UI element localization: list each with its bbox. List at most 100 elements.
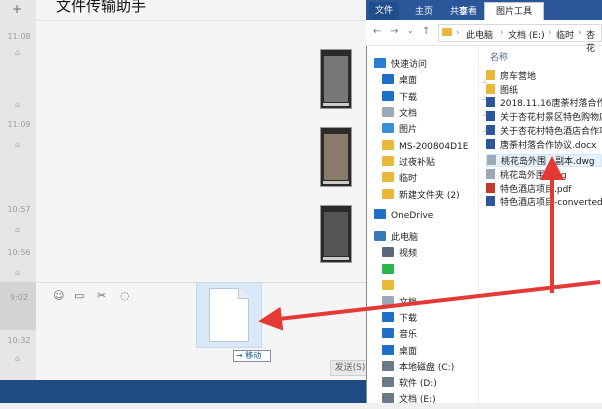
- file-list-item[interactable]: 关于杏花村景区特色购物店: [486, 111, 602, 124]
- forward-icon[interactable]: →: [390, 26, 398, 37]
- scissors-icon[interactable]: ✂: [97, 289, 106, 302]
- file-list-item[interactable]: 房车营地: [486, 70, 602, 83]
- file-name: 2018.11.16唐荼村落合作协议: [500, 99, 602, 109]
- breadcrumb-item[interactable]: 文档 (E:): [508, 28, 545, 41]
- nav-item[interactable]: 桌面 ⊥: [382, 73, 488, 90]
- mute-icon: ⌂: [15, 48, 21, 57]
- star-icon: [374, 58, 386, 68]
- chat-time: 9:02: [10, 293, 28, 302]
- chat-history-icon[interactable]: ◌: [120, 289, 130, 302]
- folder-icon: [382, 189, 394, 199]
- mute-icon: ⌂: [15, 140, 21, 149]
- dwg-icon: [487, 155, 496, 165]
- chat-time: 10:56: [7, 248, 31, 257]
- nav-item[interactable]: [382, 279, 488, 296]
- nav-item-label: 视频: [399, 249, 418, 259]
- nav-item[interactable]: 视频: [382, 246, 488, 263]
- breadcrumb-item[interactable]: 临时: [556, 28, 574, 41]
- folder-icon: [486, 70, 495, 80]
- nav-item[interactable]: 快速访问: [374, 57, 480, 74]
- move-tooltip: → 移动: [233, 350, 271, 362]
- chat-title: 文件传输助手: [56, 0, 147, 15]
- nav-item[interactable]: 本地磁盘 (C:): [382, 360, 488, 377]
- mute-icon: ⌂: [15, 100, 21, 109]
- nav-item-label: 快速访问: [391, 60, 428, 70]
- nav-item[interactable]: [382, 263, 488, 280]
- word-icon: [486, 125, 495, 135]
- folder-icon[interactable]: ▭: [74, 289, 84, 302]
- mute-icon: ⌂: [15, 354, 21, 363]
- folder-icon: [382, 156, 394, 166]
- back-icon[interactable]: ←: [373, 26, 381, 37]
- chat-time: 10:32: [7, 336, 31, 345]
- breadcrumb-item[interactable]: 杏花: [586, 28, 602, 54]
- file-list-item[interactable]: 图纸: [486, 84, 602, 97]
- send-button[interactable]: 发送(S): [330, 360, 370, 376]
- file-list-item[interactable]: 特色酒店项目-converted.docx: [486, 196, 602, 209]
- nav-item[interactable]: 临时: [382, 171, 488, 188]
- nav-item[interactable]: 软件 (D:): [382, 376, 488, 393]
- recent-dropdown-icon[interactable]: ⌄: [407, 26, 414, 35]
- drive-icon: [382, 377, 394, 387]
- file-list-item[interactable]: 唐荼村落合作协议.docx: [486, 139, 602, 152]
- up-icon[interactable]: ↑: [422, 26, 430, 37]
- drive-icon: [382, 361, 394, 371]
- nav-item[interactable]: 文档 (E:): [382, 392, 488, 409]
- cloud-icon: [374, 209, 386, 219]
- nav-item-label: 图片: [399, 125, 418, 135]
- mute-icon: ⌂: [15, 268, 21, 277]
- file-name: 特色酒店项目.pdf: [500, 185, 572, 195]
- mute-icon: ⌂: [15, 225, 21, 234]
- breadcrumb-separator: ›: [500, 28, 504, 38]
- wechat-icon: [382, 264, 394, 274]
- file-list-item[interactable]: 关于杏花村特色酒店合作项目: [486, 125, 602, 138]
- word-icon: [486, 196, 495, 206]
- dwg-icon: [486, 169, 495, 179]
- computer-icon: [374, 231, 386, 241]
- emoji-icon[interactable]: ☺: [53, 289, 64, 302]
- nav-item[interactable]: 下载 ⊥: [382, 90, 488, 107]
- nav-item[interactable]: 音乐: [382, 327, 488, 344]
- breadcrumb-item[interactable]: 此电脑: [466, 28, 493, 41]
- chat-time: 11:09: [7, 120, 31, 129]
- nav-item[interactable]: 图片 ⊥: [382, 122, 488, 139]
- image-message[interactable]: [320, 49, 352, 109]
- nav-item[interactable]: 此电脑: [374, 230, 480, 247]
- chat-list-item-selected[interactable]: [0, 282, 36, 330]
- nav-item-label: 临时: [399, 174, 418, 184]
- nav-item[interactable]: 下载: [382, 311, 488, 328]
- download-icon: [382, 312, 394, 322]
- column-header-name[interactable]: 名称: [490, 50, 508, 63]
- file-name: 唐荼村落合作协议.docx: [500, 141, 597, 151]
- file-list-item[interactable]: 特色酒店项目.pdf: [486, 183, 602, 196]
- nav-item[interactable]: 过夜补贴: [382, 155, 488, 172]
- add-icon[interactable]: +: [12, 2, 22, 16]
- word-icon: [486, 139, 495, 149]
- nav-item-label: 桌面: [399, 347, 418, 357]
- image-message[interactable]: [320, 205, 352, 263]
- nav-item[interactable]: 新建文件夹 (2): [382, 188, 488, 205]
- file-list-item[interactable]: 桃花岛外围 - 副本.dwg: [486, 154, 602, 167]
- nav-item[interactable]: 文档: [382, 295, 488, 312]
- nav-item[interactable]: 文档 ⊥: [382, 106, 488, 123]
- nav-item-label: 此电脑: [391, 233, 419, 243]
- file-name: 图纸: [500, 86, 519, 96]
- pictures-icon: [382, 123, 394, 133]
- nav-item-label: 新建文件夹 (2): [399, 191, 460, 201]
- nav-item[interactable]: OneDrive: [374, 208, 480, 225]
- nav-item[interactable]: 桌面: [382, 344, 488, 361]
- nav-item-label: 桌面: [399, 76, 418, 86]
- nav-item[interactable]: MS-200804D1E: [382, 139, 488, 156]
- breadcrumb-separator: ›: [578, 28, 582, 38]
- file-list-item[interactable]: 桃花岛外围.dwg: [486, 169, 602, 182]
- tab-picture-tools[interactable]: 图片工具: [484, 2, 544, 20]
- image-message[interactable]: [320, 127, 352, 187]
- word-icon: [486, 111, 495, 121]
- tab-home[interactable]: 主页: [415, 4, 433, 17]
- file-list-item[interactable]: 2018.11.16唐荼村落合作协议: [486, 97, 602, 110]
- folder-icon: [442, 28, 452, 36]
- tab-view[interactable]: 查看: [459, 4, 477, 17]
- nav-item-label: 本地磁盘 (C:): [399, 363, 455, 373]
- tab-file[interactable]: 文件: [369, 2, 399, 20]
- nav-item-label: 下载: [399, 314, 418, 324]
